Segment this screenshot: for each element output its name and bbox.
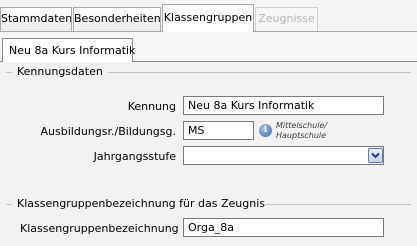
tab-bar: Stammdaten Besonderheiten Klassengruppen… (0, 0, 417, 32)
tab-label: Besonderheiten (74, 12, 161, 25)
bezeichnung-label: Klassengruppenbezeichnung (20, 222, 179, 235)
subtab-panel: Kennungsdaten Kennung Ausbildungsr./Bild… (0, 61, 417, 246)
tab-label: Stammdaten (1, 12, 72, 25)
jahrgangsstufe-select[interactable] (183, 146, 384, 165)
group-title-kennungsdaten: Kennungsdaten (17, 65, 103, 78)
jahrgangsstufe-dropdown-button[interactable] (368, 148, 383, 163)
bezeichnung-input[interactable] (183, 218, 384, 237)
tab-label: Klassengruppen (163, 11, 253, 24)
ausbildung-hint: Mittelschule/ Hauptschule (276, 121, 327, 141)
tab-klassengruppen[interactable]: Klassengruppen (162, 4, 254, 32)
subtab-label: Neu 8a Kurs Informatik (9, 44, 136, 57)
tab-stammdaten[interactable]: Stammdaten (0, 7, 72, 31)
kennung-input[interactable] (183, 96, 384, 115)
subtab-klassengruppe[interactable]: Neu 8a Kurs Informatik (2, 38, 136, 62)
group-title-zeugnis: Klassengruppenbezeichnung für das Zeugni… (17, 197, 265, 210)
group-line-kennungsdaten-right (108, 72, 411, 73)
tab-label: Zeugnisse (258, 12, 315, 25)
hint-line-2: Hauptschule (276, 131, 327, 140)
jahrgangsstufe-label: Jahrgangsstufe (93, 150, 176, 163)
group-line-zeugnis-left (6, 204, 12, 205)
kennung-label: Kennung (127, 100, 176, 113)
chevron-down-icon (371, 152, 380, 159)
ausbildung-label: Ausbildungsr./Bildungsg. (40, 125, 176, 138)
tab-besonderheiten[interactable]: Besonderheiten (73, 7, 161, 31)
ausbildung-input[interactable] (183, 121, 254, 140)
content-panel: Neu 8a Kurs Informatik Kennungsdaten Ken… (0, 32, 417, 246)
group-line-zeugnis-right (266, 204, 411, 205)
group-line-kennungsdaten-left (6, 72, 12, 73)
tab-zeugnisse: Zeugnisse (255, 7, 318, 31)
hint-line-1: Mittelschule/ (276, 121, 328, 130)
info-icon: i (259, 124, 272, 137)
